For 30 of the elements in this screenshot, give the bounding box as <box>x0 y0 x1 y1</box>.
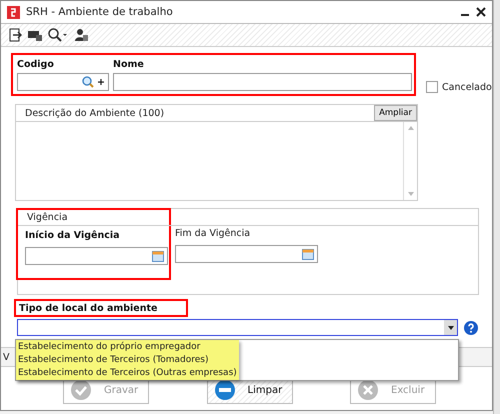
panel-title: Vigência <box>27 212 68 222</box>
field-label: Tipo de local do ambiente <box>19 302 158 314</box>
dropdown-option[interactable]: Estabelecimento de Terceiros (Tomadores) <box>18 354 237 367</box>
location-type-dropdown[interactable] <box>17 319 458 336</box>
code-field[interactable]: + <box>17 73 109 91</box>
field-label: Início da Vigência <box>25 230 121 241</box>
card-icon[interactable] <box>28 29 42 41</box>
close-icon[interactable] <box>476 7 486 17</box>
status-text: V <box>3 352 10 362</box>
dropdown-option[interactable]: Estabelecimento do próprio empregador <box>18 341 237 354</box>
calendar-icon[interactable] <box>302 248 314 260</box>
search-icon[interactable] <box>48 28 68 42</box>
checkbox-label: Cancelado <box>442 82 492 92</box>
panel-title: Descrição do Ambiente (100) <box>25 108 164 118</box>
exit-icon[interactable] <box>9 28 22 42</box>
caret-icon[interactable] <box>444 320 457 335</box>
date-field[interactable] <box>175 245 318 263</box>
window-title: SRH - Ambiente de trabalho <box>26 6 174 18</box>
field-label: Fim da Vigência <box>175 228 252 239</box>
name-field[interactable] <box>113 73 412 91</box>
add-icon[interactable]: + <box>97 76 105 88</box>
help-icon[interactable] <box>464 320 478 334</box>
calendar-icon[interactable] <box>152 250 164 262</box>
user-icon[interactable] <box>74 28 88 42</box>
field-label: Nome <box>113 59 145 70</box>
checkbox[interactable] <box>426 81 438 93</box>
expand-button[interactable]: Ampliar <box>374 105 417 121</box>
app-logo-icon <box>7 6 20 18</box>
date-field[interactable] <box>25 247 168 265</box>
field-label: Codigo <box>17 59 55 70</box>
